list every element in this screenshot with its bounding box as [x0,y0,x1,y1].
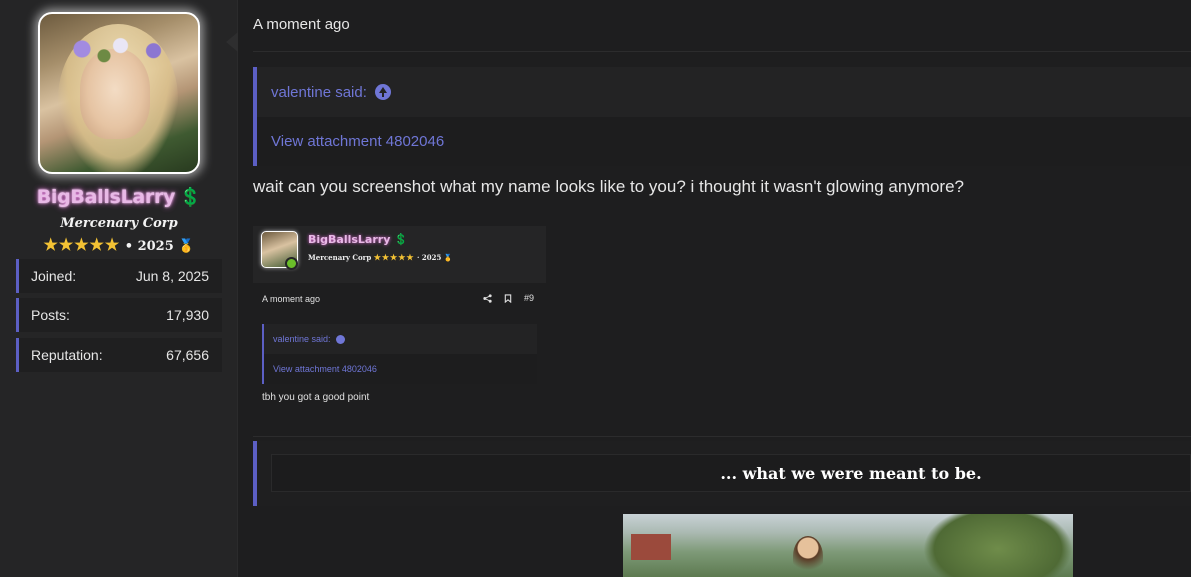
screenshot-username: BigBallsLarry 💲 [308,233,408,246]
screenshot-title-text: Mercenary Corp [308,253,372,262]
quote-block: valentine said: View attachment 4802046 [253,67,1191,166]
user-info-panel: BigBallsLarry 💲 Mercenary Corp ★★★★★ • 20… [0,0,238,577]
painting-figure [793,536,823,576]
dollar-icon: 💲 [394,233,408,246]
header-divider [253,51,1191,52]
stat-posts: Posts: 17,930 [16,298,222,332]
stat-value: 67,656 [166,347,209,363]
attachment-link[interactable]: View attachment 4802046 [271,133,444,150]
signature-block: ... what we were meant to be. [253,441,1191,506]
username-text[interactable]: BigBallsLarry [37,186,176,208]
signature-painting-image [623,514,1073,577]
post-timestamp[interactable]: A moment ago [253,16,350,33]
post-message: wait can you screenshot what my name loo… [253,177,965,196]
quote-body: View attachment 4802046 [257,117,1191,166]
stat-reputation: Reputation: 67,656 [16,338,222,372]
screenshot-post-actions: #9 [483,293,534,303]
screenshot-banner-year: · 2025 [416,253,442,262]
username[interactable]: BigBallsLarry 💲 [0,186,238,208]
screenshot-message: tbh you got a good point [262,392,370,403]
attached-screenshot[interactable]: BigBallsLarry 💲 Mercenary Corp ★★★★★ · 2… [253,226,546,412]
online-indicator-icon [285,257,298,270]
bookmark-icon [504,293,512,303]
screenshot-timestamp: A moment ago [262,294,321,304]
star-rating-icon: ★★★★★ [43,235,121,254]
screenshot-username-text: BigBallsLarry [308,233,391,246]
screenshot-attachment-link: View attachment 4802046 [273,364,377,374]
quote-header[interactable]: valentine said: [257,67,1191,117]
stat-label: Reputation: [31,347,103,363]
quote-author[interactable]: valentine said: [271,84,367,101]
stat-value: Jun 8, 2025 [135,268,209,284]
stat-value[interactable]: 17,930 [166,307,209,323]
medal-icon: 🥇 [443,253,453,262]
signature-text: ... what we were meant to be. [720,463,982,483]
stat-label: Joined: [31,268,77,284]
screenshot-user-title: Mercenary Corp ★★★★★ · 2025 🥇 [308,252,453,262]
post-pointer-arrow [226,32,238,52]
stat-joined: Joined: Jun 8, 2025 [16,259,222,293]
star-rating-icon: ★★★★★ [373,252,415,262]
share-icon [483,293,492,303]
jump-to-quote-icon[interactable] [374,84,391,100]
stat-label: Posts: [31,307,70,323]
avatar-flower-crown [60,32,170,66]
screenshot-quote-header: valentine said: [264,324,537,354]
painting-tree [923,514,1073,577]
screenshot-quote-body: View attachment 4802046 [264,354,537,384]
medal-icon: 🥇 [178,239,195,254]
user-title: Mercenary Corp [60,216,178,231]
user-avatar[interactable] [38,12,200,174]
signature-inner: ... what we were meant to be. [271,454,1191,492]
dollar-icon: 💲 [179,187,202,208]
post-main: A moment ago valentine said: View attach… [238,0,1191,577]
signature-divider [253,436,1191,437]
jump-to-quote-icon [335,334,345,344]
banner-year: • 2025 [124,239,174,254]
screenshot-post-number: #9 [523,293,534,303]
screenshot-quote-block: valentine said: View attachment 4802046 [262,324,537,384]
user-banner: ★★★★★ • 2025 🥇 [0,235,238,254]
painting-barn [631,534,671,560]
screenshot-quote-author: valentine said: [273,334,331,344]
screenshot-user-header: BigBallsLarry 💲 Mercenary Corp ★★★★★ · 2… [253,226,546,283]
